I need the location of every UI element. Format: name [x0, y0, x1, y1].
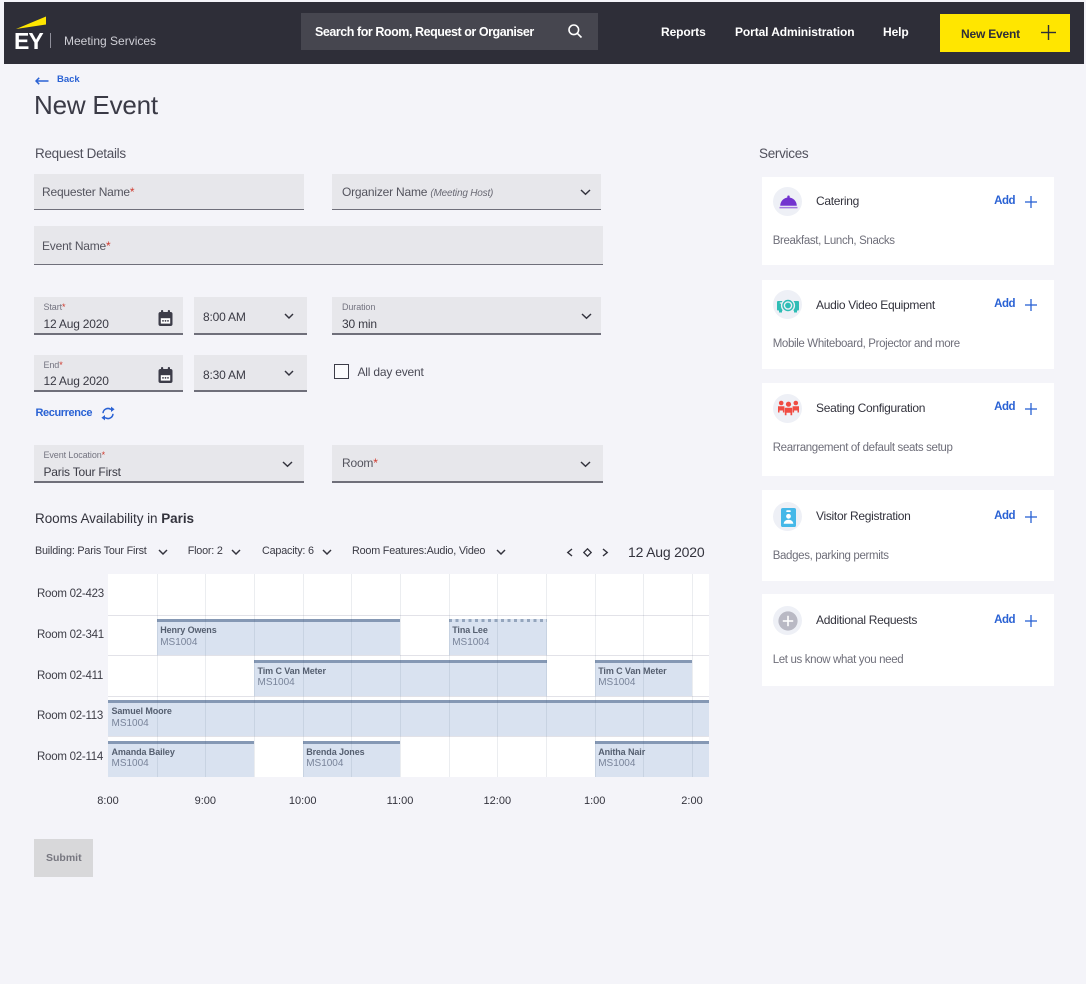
svg-text:EY: EY — [14, 28, 43, 50]
